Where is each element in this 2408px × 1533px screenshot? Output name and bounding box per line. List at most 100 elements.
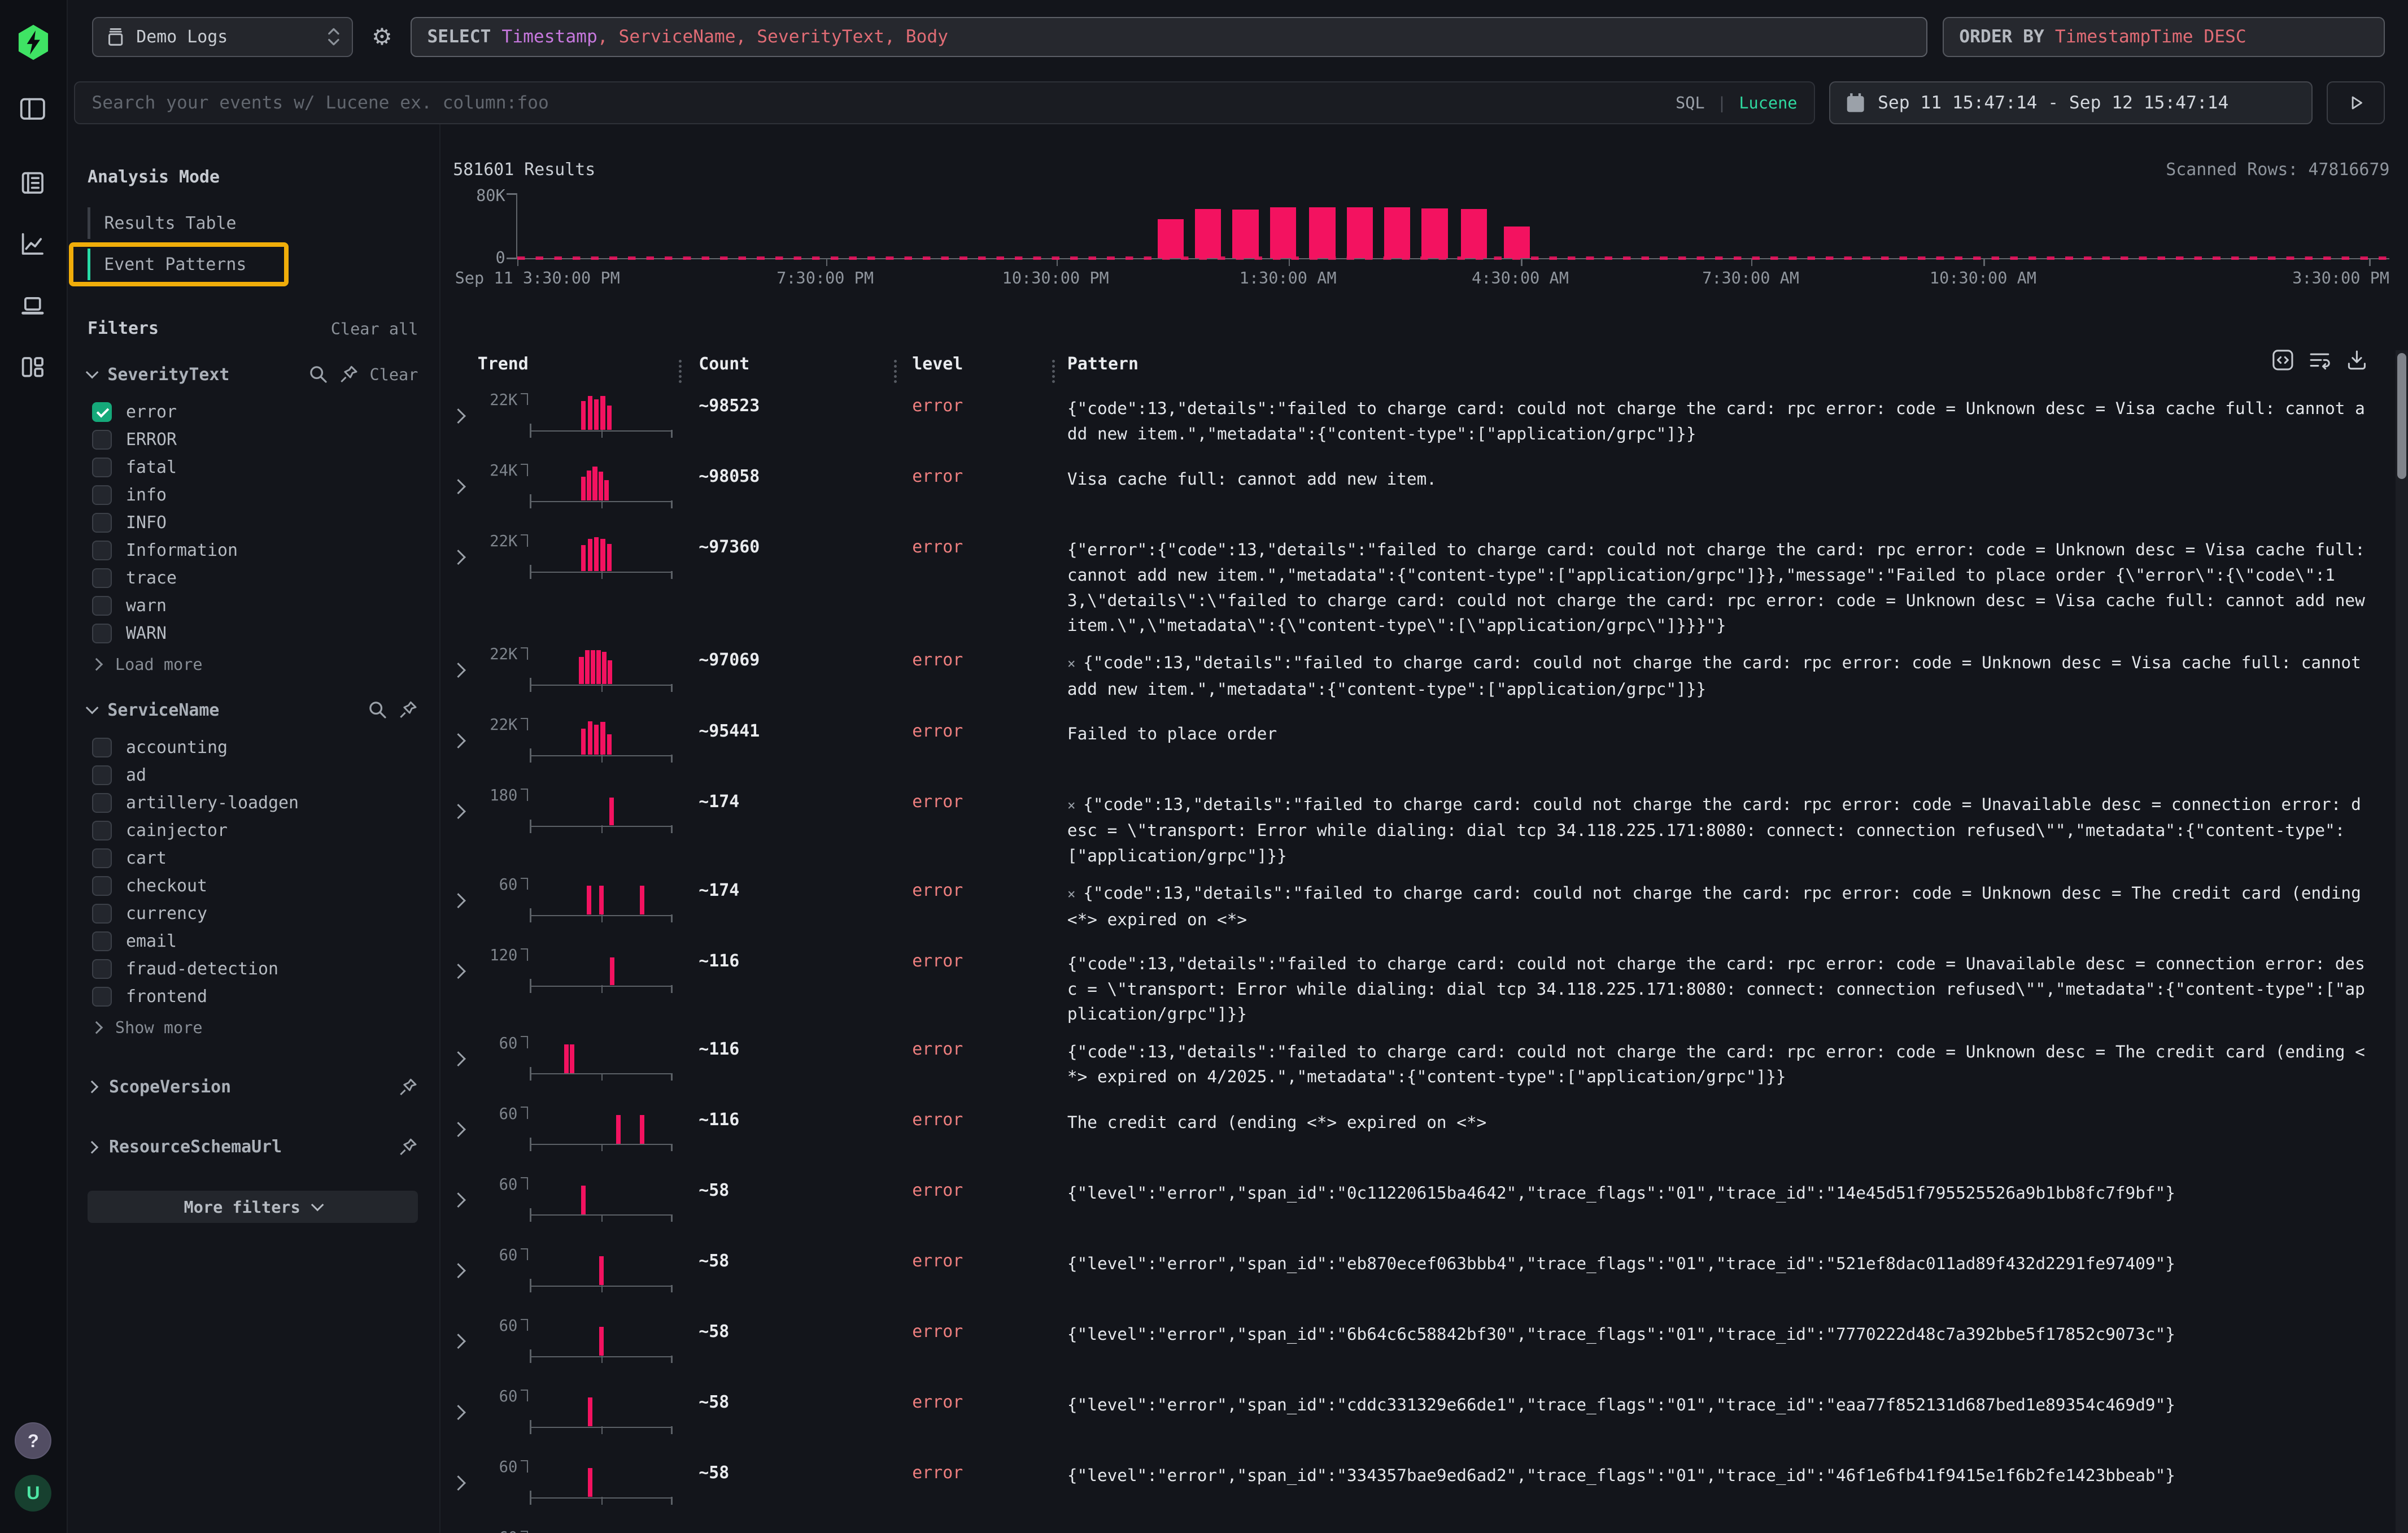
expand-chevron-icon[interactable] — [453, 876, 478, 912]
pin-icon[interactable] — [398, 700, 418, 720]
pin-icon[interactable] — [339, 364, 359, 384]
pattern-text[interactable]: {"code":13,"details":"failed to charge c… — [1052, 391, 2390, 446]
checkbox[interactable] — [92, 596, 112, 616]
checkbox[interactable] — [92, 568, 112, 588]
pattern-text[interactable]: {"level":"error","span_id":"cddc331329e6… — [1052, 1388, 2390, 1418]
order-by-input[interactable]: ORDER BY TimestampTime DESC — [1943, 17, 2385, 57]
service-group-name[interactable]: ServiceName — [107, 700, 219, 720]
scrollbar[interactable] — [2396, 350, 2408, 1533]
pattern-text[interactable]: {"code":13,"details":"failed to charge c… — [1052, 1035, 2390, 1090]
chevron-down-icon[interactable] — [86, 366, 99, 379]
checkbox[interactable] — [92, 904, 112, 924]
col-count[interactable]: Count — [679, 354, 894, 374]
filter-option[interactable]: fatal — [88, 454, 418, 481]
search-icon[interactable] — [368, 700, 387, 720]
filter-option[interactable]: WARN — [88, 620, 418, 647]
expand-chevron-icon[interactable] — [453, 391, 478, 428]
filter-option[interactable]: frontend — [88, 983, 418, 1011]
gear-icon[interactable]: ⚙ — [369, 23, 395, 50]
checkbox[interactable] — [92, 931, 112, 951]
histogram-bar[interactable] — [1504, 227, 1530, 258]
filter-group-resourceschemaurl[interactable]: ResourceSchemaUrl — [88, 1137, 418, 1157]
download-icon[interactable] — [2345, 349, 2368, 372]
filter-option[interactable]: checkout — [88, 872, 418, 900]
line-chart-icon[interactable] — [18, 229, 49, 259]
pattern-text[interactable]: {"level":"error","span_id":"334357bae9ed… — [1052, 1458, 2390, 1488]
filter-option[interactable]: ad — [88, 761, 418, 789]
col-pattern[interactable]: Pattern — [1052, 354, 2390, 374]
histogram-bar[interactable] — [1270, 207, 1296, 258]
app-logo-icon[interactable] — [14, 23, 53, 62]
pattern-row[interactable]: 60 ~58 error {"level":"error","span_id":… — [453, 1309, 2389, 1380]
filter-option[interactable]: accounting — [88, 734, 418, 761]
checkbox[interactable] — [92, 987, 112, 1007]
histogram-bar[interactable] — [1421, 208, 1447, 258]
mode-results-table[interactable]: Results Table — [88, 207, 418, 239]
help-button[interactable]: ? — [15, 1422, 51, 1459]
histogram-bar[interactable] — [1232, 210, 1258, 258]
wrap-lines-icon[interactable] — [2308, 349, 2331, 372]
pattern-row[interactable]: 22K ~97069 error ×{"code":13,"details":"… — [453, 638, 2389, 709]
results-histogram[interactable]: 80K 0 — [453, 193, 2389, 259]
pattern-row[interactable]: 60 ~116 error {"code":13,"details":"fail… — [453, 1027, 2389, 1098]
pattern-text[interactable]: {"code":13,"details":"failed to charge c… — [1052, 947, 2390, 1027]
expand-chevron-icon[interactable] — [453, 1388, 478, 1424]
mode-lucene[interactable]: Lucene — [1739, 93, 1797, 112]
filter-option[interactable]: warn — [88, 592, 418, 620]
filter-group-scopeversion[interactable]: ScopeVersion — [88, 1077, 418, 1097]
filter-option[interactable]: cainjector — [88, 817, 418, 844]
severity-load-more[interactable]: Load more — [92, 655, 418, 674]
checkbox[interactable] — [92, 765, 112, 785]
filter-option[interactable]: INFO — [88, 509, 418, 537]
search-icon[interactable] — [308, 364, 328, 384]
filter-option[interactable]: currency — [88, 900, 418, 927]
expand-chevron-icon[interactable] — [453, 1458, 478, 1495]
pattern-text[interactable]: ×{"code":13,"details":"failed to charge … — [1052, 646, 2390, 702]
time-range-picker[interactable]: Sep 11 15:47:14 - Sep 12 15:47:14 — [1829, 81, 2313, 124]
pattern-row[interactable]: 24K ~98058 error Visa cache full: cannot… — [453, 455, 2389, 525]
pattern-row[interactable]: 60 ~58 error {"level":"error","span_id":… — [453, 1380, 2389, 1451]
checkbox[interactable] — [92, 458, 112, 477]
pattern-row[interactable]: 60 ~116 error The credit card (ending <*… — [453, 1098, 2389, 1168]
laptop-icon[interactable] — [18, 290, 49, 321]
pattern-text[interactable]: The credit card (ending <*> expired on <… — [1052, 1105, 2390, 1135]
checkbox[interactable] — [92, 430, 112, 450]
source-select[interactable]: Demo Logs — [92, 17, 353, 57]
avatar[interactable]: U — [15, 1475, 51, 1512]
checkbox[interactable] — [92, 793, 112, 813]
checkbox[interactable] — [92, 738, 112, 757]
chevron-down-icon[interactable] — [86, 702, 99, 715]
col-trend[interactable]: Trend — [478, 354, 679, 374]
histogram-bar[interactable] — [1158, 219, 1184, 259]
pattern-row[interactable]: 22K ~97360 error {"error":{"code":13,"de… — [453, 525, 2389, 638]
filter-option[interactable]: info — [88, 481, 418, 509]
pattern-text[interactable]: {"level":"error","span_id":"6b64c6c58842… — [1052, 1317, 2390, 1347]
histogram-bar[interactable] — [1195, 209, 1221, 259]
checkbox[interactable] — [92, 848, 112, 868]
checkbox[interactable] — [92, 402, 112, 422]
expand-chevron-icon[interactable] — [453, 1105, 478, 1142]
filter-option[interactable]: Information — [88, 537, 418, 564]
pattern-text[interactable]: Failed to place order — [1052, 716, 2390, 746]
col-level[interactable]: level — [894, 354, 1052, 374]
expand-chevron-icon[interactable] — [453, 1176, 478, 1212]
pattern-text[interactable]: {"level":"error","span_id":"eb870ecef063… — [1052, 1247, 2390, 1277]
expand-chevron-icon[interactable] — [453, 533, 478, 569]
clear-all-link[interactable]: Clear all — [331, 319, 418, 338]
expand-chevron-icon[interactable] — [453, 1035, 478, 1071]
histogram-bar[interactable] — [1384, 207, 1410, 258]
checkbox[interactable] — [92, 624, 112, 643]
filter-option[interactable]: email — [88, 927, 418, 955]
histogram-bar[interactable] — [1347, 207, 1373, 259]
pin-icon[interactable] — [398, 1077, 418, 1097]
expand-chevron-icon[interactable] — [453, 1247, 478, 1283]
mode-sql[interactable]: SQL — [1676, 93, 1705, 112]
pattern-text[interactable]: ×{"code":13,"details":"failed to charge … — [1052, 876, 2390, 932]
pattern-row[interactable]: 60 ~58 error {"level":"error","span_id":… — [453, 1522, 2389, 1533]
pattern-row[interactable]: 60 ~58 error {"level":"error","span_id":… — [453, 1168, 2389, 1239]
panel-collapse-icon[interactable] — [18, 94, 49, 124]
pattern-row[interactable]: 120 ~116 error {"code":13,"details":"fai… — [453, 939, 2389, 1027]
sql-select-input[interactable]: SELECT Timestamp, ServiceName, SeverityT… — [411, 17, 1927, 57]
checkbox[interactable] — [92, 541, 112, 560]
checkbox[interactable] — [92, 876, 112, 896]
